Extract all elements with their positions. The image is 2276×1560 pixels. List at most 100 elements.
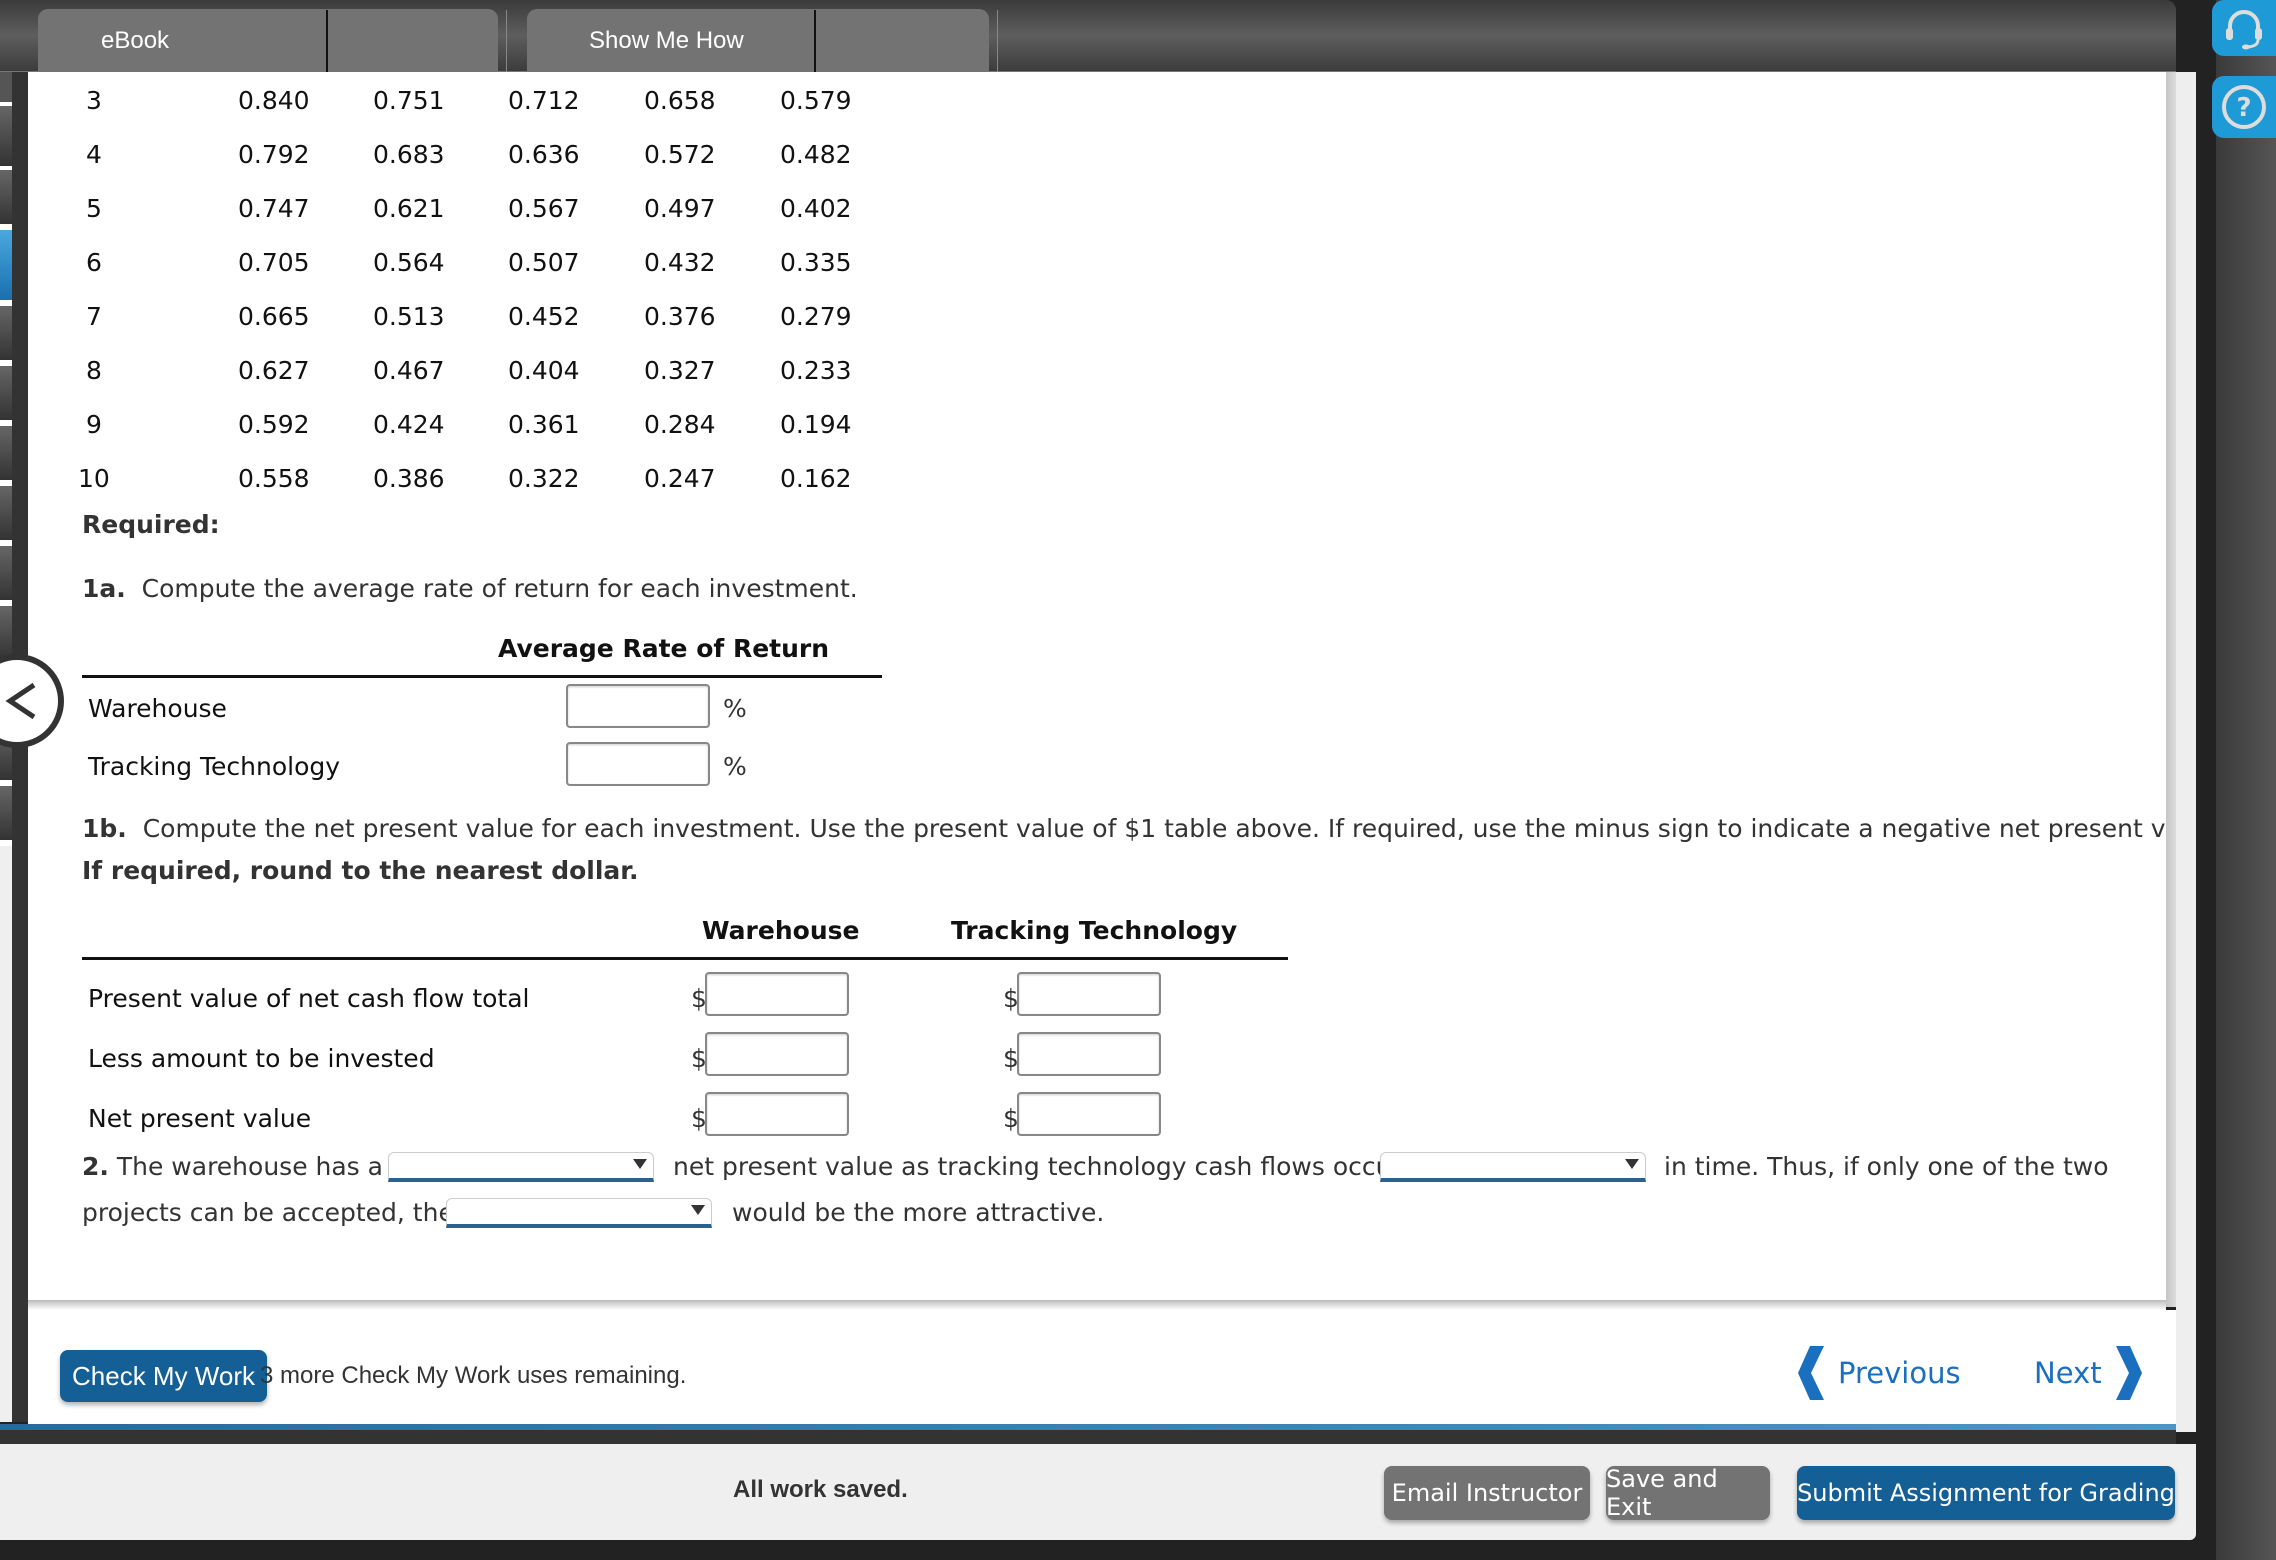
warehouse-npv-input[interactable] bbox=[705, 1092, 849, 1136]
question-2-text: in time. Thus, if only one of the two bbox=[1664, 1152, 2109, 1181]
help-icon: ? bbox=[2222, 85, 2266, 129]
cash-flow-timing-select[interactable] bbox=[1380, 1152, 1646, 1182]
tab-divider bbox=[326, 10, 328, 72]
footer-shadow bbox=[28, 1300, 2166, 1310]
pv-factor: 0.665 bbox=[238, 302, 310, 331]
sidebar-tab[interactable] bbox=[0, 306, 12, 360]
submit-assignment-button[interactable]: Submit Assignment for Grading bbox=[1797, 1466, 2175, 1520]
question-1b-text: Compute the net present value for each i… bbox=[142, 814, 2166, 843]
pv-factor: 0.658 bbox=[644, 86, 716, 115]
tab-ebook[interactable]: eBook bbox=[38, 9, 498, 72]
warehouse-npv-comparison-select[interactable] bbox=[388, 1152, 654, 1182]
pv-factor: 0.792 bbox=[238, 140, 310, 169]
question-2-text: projects can be accepted, the bbox=[82, 1198, 454, 1227]
sidebar-tab[interactable] bbox=[0, 170, 12, 224]
question-2-number: 2. bbox=[82, 1152, 109, 1181]
tracking-avg-rate-input[interactable] bbox=[566, 742, 710, 786]
pv-factor: 0.386 bbox=[373, 464, 445, 493]
pv-factor: 0.162 bbox=[780, 464, 852, 493]
average-rate-header: Average Rate of Return bbox=[498, 634, 830, 663]
pv-factor: 0.233 bbox=[780, 356, 852, 385]
next-label: Next bbox=[2034, 1356, 2102, 1390]
required-heading: Required: bbox=[82, 510, 220, 539]
question-1b-rounding-note: If required, round to the nearest dollar… bbox=[82, 856, 639, 885]
top-toolbar: eBook Show Me How bbox=[0, 0, 2176, 72]
question-2-line1: 2. The warehouse has a bbox=[82, 1152, 383, 1181]
save-and-exit-button[interactable]: Save and Exit bbox=[1606, 1465, 1770, 1521]
tracking-npv-input[interactable] bbox=[1017, 1032, 1161, 1076]
question-1a-text: Compute the average rate of return for e… bbox=[141, 574, 858, 603]
check-my-work-remaining: 3 more Check My Work uses remaining. bbox=[260, 1362, 687, 1389]
pv-factor: 0.683 bbox=[373, 140, 445, 169]
pv-table-row: 9 0.592 0.424 0.361 0.284 0.194 bbox=[28, 410, 928, 450]
pv-factor: 0.402 bbox=[780, 194, 852, 223]
save-status: All work saved. bbox=[733, 1476, 908, 1503]
next-button[interactable]: Next bbox=[2034, 1346, 2142, 1400]
pv-factor: 0.322 bbox=[508, 464, 580, 493]
pv-factor: 0.712 bbox=[508, 86, 580, 115]
pv-factor: 0.335 bbox=[780, 248, 852, 277]
pv-factor: 0.376 bbox=[644, 302, 716, 331]
pv-factor: 0.558 bbox=[238, 464, 310, 493]
sidebar-tab[interactable] bbox=[0, 426, 12, 480]
content-edge bbox=[2166, 72, 2176, 1307]
sidebar-tab-active[interactable] bbox=[0, 230, 12, 300]
check-my-work-button[interactable]: Check My Work bbox=[60, 1350, 267, 1402]
warehouse-npv-input[interactable] bbox=[705, 1032, 849, 1076]
chevron-right-icon bbox=[2115, 1346, 2142, 1400]
pv-factor: 0.452 bbox=[508, 302, 580, 331]
pv-period: 7 bbox=[86, 302, 102, 331]
question-1b-number: 1b. bbox=[82, 814, 127, 843]
question-1b: 1b. Compute the net present value for ea… bbox=[82, 814, 2166, 843]
support-button[interactable] bbox=[2212, 0, 2276, 56]
percent-sign: % bbox=[723, 694, 747, 723]
sidebar-tab[interactable] bbox=[0, 546, 12, 600]
npv-row-label: Present value of net cash flow total bbox=[88, 984, 530, 1013]
col-header-tracking-technology: Tracking Technology bbox=[951, 916, 1238, 945]
warehouse-npv-input[interactable] bbox=[705, 972, 849, 1016]
sidebar-tab[interactable] bbox=[0, 786, 12, 840]
pv-factor: 0.564 bbox=[373, 248, 445, 277]
pv-factor: 0.327 bbox=[644, 356, 716, 385]
help-button[interactable]: ? bbox=[2212, 76, 2276, 138]
sidebar-tab[interactable] bbox=[0, 106, 12, 166]
pv-factor: 0.592 bbox=[238, 410, 310, 439]
row-label-warehouse: Warehouse bbox=[88, 694, 227, 723]
sidebar-tab[interactable] bbox=[0, 486, 12, 540]
sidebar-empty bbox=[0, 846, 12, 1422]
sidebar-tab[interactable] bbox=[0, 606, 12, 660]
tab-divider bbox=[814, 10, 816, 72]
pv-table-row: 4 0.792 0.683 0.636 0.572 0.482 bbox=[28, 140, 928, 180]
more-attractive-project-select[interactable] bbox=[446, 1198, 712, 1228]
pv-table-row: 8 0.627 0.467 0.404 0.327 0.233 bbox=[28, 356, 928, 396]
chevron-left-icon bbox=[1798, 1346, 1824, 1400]
pv-factor: 0.404 bbox=[508, 356, 580, 385]
pv-period: 3 bbox=[86, 86, 102, 115]
scrollbar-track[interactable] bbox=[2176, 72, 2196, 1432]
question-1a-number: 1a. bbox=[82, 574, 126, 603]
app-window: eBook Show Me How 3 0.840 0.751 0.712 0.658 0… bbox=[0, 0, 2276, 1560]
sidebar-tab[interactable] bbox=[0, 72, 12, 102]
question-1a: 1a. Compute the average rate of return f… bbox=[82, 574, 858, 603]
previous-button[interactable]: Previous bbox=[1798, 1346, 1961, 1400]
pv-period: 8 bbox=[86, 356, 102, 385]
pv-factor: 0.482 bbox=[780, 140, 852, 169]
previous-label: Previous bbox=[1838, 1356, 1961, 1390]
pv-table-row: 3 0.840 0.751 0.712 0.658 0.579 bbox=[28, 86, 928, 126]
npv-row-label: Net present value bbox=[88, 1104, 312, 1133]
pv-factor: 0.194 bbox=[780, 410, 852, 439]
header-rule bbox=[82, 957, 1288, 960]
tab-show-me-how[interactable]: Show Me How bbox=[527, 9, 989, 72]
tracking-npv-input[interactable] bbox=[1017, 1092, 1161, 1136]
tracking-npv-input[interactable] bbox=[1017, 972, 1161, 1016]
pv-factor: 0.747 bbox=[238, 194, 310, 223]
pv-factor: 0.572 bbox=[644, 140, 716, 169]
pv-factor: 0.361 bbox=[508, 410, 580, 439]
pv-factor: 0.424 bbox=[373, 410, 445, 439]
pv-factor: 0.497 bbox=[644, 194, 716, 223]
email-instructor-button[interactable]: Email Instructor bbox=[1384, 1466, 1590, 1520]
warehouse-avg-rate-input[interactable] bbox=[566, 684, 710, 728]
col-header-warehouse: Warehouse bbox=[702, 916, 860, 945]
sidebar-tab[interactable] bbox=[0, 366, 12, 420]
pv-table-row: 5 0.747 0.621 0.567 0.497 0.402 bbox=[28, 194, 928, 234]
